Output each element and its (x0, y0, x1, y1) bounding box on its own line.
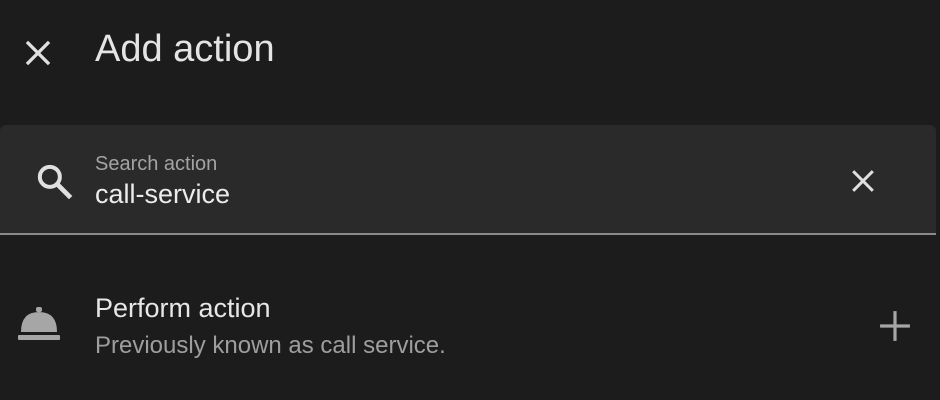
search-action-field[interactable]: Search action call-service (0, 125, 936, 235)
search-field-label: Search action (95, 153, 218, 175)
dialog-title: Add action (95, 28, 275, 70)
add-action-dialog: Add action Search action call-service Pe… (0, 0, 940, 400)
room-service-bell-icon (18, 307, 60, 340)
list-item-perform-action[interactable]: Perform action Previously known as call … (0, 270, 940, 380)
result-subtitle: Previously known as call service. (95, 332, 446, 359)
dialog-header: Add action (0, 0, 940, 104)
clear-search-button[interactable] (840, 158, 886, 204)
search-icon (37, 164, 73, 200)
add-action-button[interactable] (872, 303, 918, 349)
close-icon (25, 40, 51, 66)
clear-icon (852, 170, 874, 192)
result-title: Perform action (95, 293, 271, 323)
close-button[interactable] (14, 30, 62, 76)
search-input[interactable]: call-service (95, 178, 230, 210)
plus-icon (880, 311, 910, 341)
